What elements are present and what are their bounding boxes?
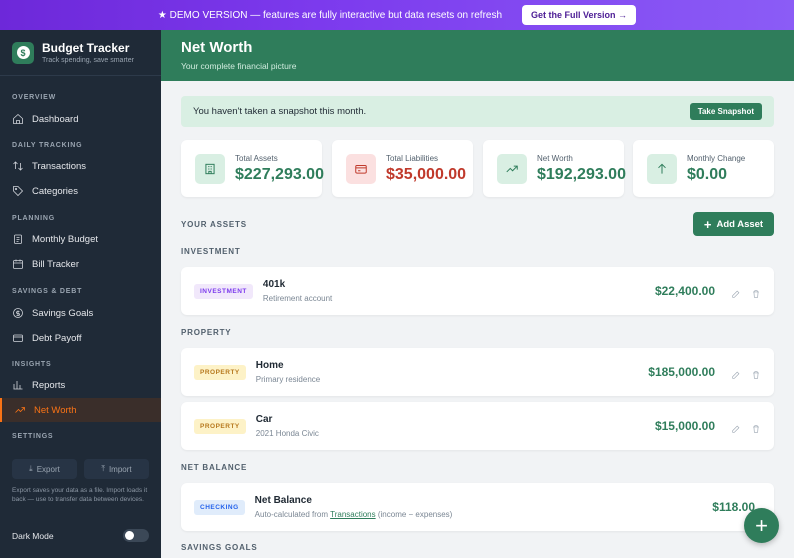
page-title: Net Worth	[181, 39, 253, 56]
asset-type-badge: PROPERTY	[194, 418, 246, 434]
page-subtitle: Your complete financial picture	[181, 61, 297, 71]
dark-mode-toggle[interactable]	[123, 529, 149, 542]
swap-arrows-icon	[13, 161, 23, 171]
edit-icon[interactable]	[731, 367, 741, 379]
asset-card-home: PROPERTY Home Primary residence $185,000…	[181, 348, 774, 396]
asset-name: Net Balance	[254, 495, 312, 506]
stat-net-worth: Net Worth $192,293.00	[483, 140, 626, 197]
credit-card-icon	[13, 334, 23, 342]
property-heading: PROPERTY	[181, 328, 232, 337]
stat-monthly-change: Monthly Change $0.00	[633, 140, 774, 197]
asset-description: Primary residence	[255, 375, 321, 384]
asset-name: Home	[255, 360, 284, 371]
stat-total-assets: Total Assets $227,293.00	[181, 140, 324, 197]
sidebar-item-savings-goals[interactable]: Savings Goals	[0, 301, 161, 325]
credit-card-icon	[346, 153, 376, 184]
brand-subtitle: Track spending, save smarter	[42, 57, 134, 64]
stat-label: Net Worth	[537, 153, 573, 163]
edit-icon[interactable]	[731, 421, 741, 433]
sidebar-item-categories[interactable]: Categories	[0, 179, 161, 203]
clipboard-icon	[14, 234, 22, 244]
page-header: Net Worth Your complete financial pictur…	[161, 30, 794, 81]
plus-icon: +	[755, 512, 768, 538]
net-balance-heading: NET BALANCE	[181, 463, 248, 472]
asset-card-car: PROPERTY Car 2021 Honda Civic $15,000.00	[181, 402, 774, 450]
demo-banner-text: ★ DEMO VERSION — features are fully inte…	[157, 9, 503, 21]
stat-value: $0.00	[687, 165, 728, 183]
asset-amount: $15,000.00	[654, 419, 715, 433]
arrow-up-icon	[647, 153, 677, 184]
sidebar: $ Budget Tracker Track spending, save sm…	[0, 30, 161, 558]
brand-logo: $	[12, 41, 34, 64]
brand-title: Budget Tracker	[42, 41, 130, 55]
snapshot-notice: You haven't taken a snapshot this month.…	[181, 96, 774, 127]
trend-up-icon	[15, 407, 25, 413]
stat-label: Total Assets	[235, 153, 278, 163]
savings-goals-heading: SAVINGS GOALS	[181, 543, 258, 552]
nav-section-savings: SAVINGS & DEBT	[12, 288, 83, 295]
tag-icon	[13, 186, 24, 197]
nav-section-daily: DAILY TRACKING	[12, 142, 83, 149]
plus-icon: +	[703, 216, 712, 232]
download-icon: ⤓	[29, 464, 33, 473]
nav-section-settings: SETTINGS	[12, 433, 54, 440]
stat-label: Monthly Change	[687, 153, 746, 163]
asset-amount: $185,000.00	[648, 365, 715, 379]
asset-card-net-balance: CHECKING Net Balance Auto-calculated fro…	[181, 483, 774, 531]
dollar-icon: $	[16, 46, 30, 59]
dark-mode-row: Dark Mode	[12, 529, 149, 542]
sidebar-item-monthly-budget[interactable]: Monthly Budget	[0, 227, 161, 251]
asset-description: 2021 Honda Civic	[255, 429, 319, 438]
bar-chart-icon	[13, 381, 23, 390]
sidebar-item-transactions[interactable]: Transactions	[0, 154, 161, 178]
transactions-link[interactable]: Transactions	[330, 510, 376, 519]
sidebar-item-debt-payoff[interactable]: Debt Payoff	[0, 326, 161, 350]
nav-section-insights: INSIGHTS	[12, 361, 52, 368]
nav-section-planning: PLANNING	[12, 215, 55, 222]
asset-card-401k: INVESTMENT 401k Retirement account $22,4…	[181, 267, 774, 315]
coin-icon	[13, 308, 23, 318]
your-assets-heading: YOUR ASSETS	[181, 220, 247, 229]
sidebar-item-net-worth[interactable]: Net Worth	[0, 398, 161, 422]
import-button[interactable]: ⤒ Import	[84, 459, 149, 479]
asset-name: Car	[255, 414, 273, 425]
dark-mode-label: Dark Mode	[12, 530, 54, 541]
trash-icon[interactable]	[751, 286, 761, 298]
get-full-version-button[interactable]: Get the Full Version →	[522, 5, 637, 25]
edit-icon[interactable]	[731, 286, 741, 298]
asset-name: 401k	[262, 279, 286, 290]
asset-amount: $22,400.00	[654, 284, 715, 298]
stat-value: $35,000.00	[386, 165, 467, 183]
stat-label: Total Liabilities	[386, 153, 439, 163]
snapshot-message: You haven't taken a snapshot this month.	[193, 106, 367, 117]
calendar-icon	[13, 259, 23, 269]
sidebar-item-bill-tracker[interactable]: Bill Tracker	[0, 252, 161, 276]
stat-value: $192,293.00	[537, 165, 626, 183]
trash-icon[interactable]	[751, 421, 761, 433]
export-note: Export saves your data as a file. Import…	[12, 487, 148, 503]
stat-total-liabilities: Total Liabilities $35,000.00	[332, 140, 473, 197]
bank-icon	[195, 153, 225, 184]
brand: $ Budget Tracker Track spending, save sm…	[0, 30, 161, 76]
asset-type-badge: CHECKING	[194, 499, 245, 515]
stat-value: $227,293.00	[235, 165, 324, 183]
take-snapshot-button[interactable]: Take Snapshot	[689, 103, 762, 120]
add-fab-button[interactable]: +	[744, 508, 779, 543]
upload-icon: ⤒	[101, 464, 105, 473]
export-button[interactable]: ⤓ Export	[12, 459, 77, 479]
add-asset-button[interactable]: + Add Asset	[693, 212, 774, 236]
sidebar-item-reports[interactable]: Reports	[0, 373, 161, 397]
trash-icon[interactable]	[751, 367, 761, 379]
asset-type-badge: INVESTMENT	[194, 283, 253, 299]
nav-section-overview: OVERVIEW	[12, 94, 57, 101]
asset-description: Retirement account	[262, 294, 333, 303]
sidebar-item-dashboard[interactable]: Dashboard	[0, 107, 161, 131]
asset-type-badge: PROPERTY	[194, 364, 246, 380]
asset-description: Auto-calculated from Transactions (incom…	[254, 510, 453, 519]
home-icon	[13, 113, 23, 124]
demo-banner: ★ DEMO VERSION — features are fully inte…	[0, 0, 794, 30]
investment-heading: INVESTMENT	[181, 247, 241, 256]
trend-up-icon	[497, 153, 527, 184]
